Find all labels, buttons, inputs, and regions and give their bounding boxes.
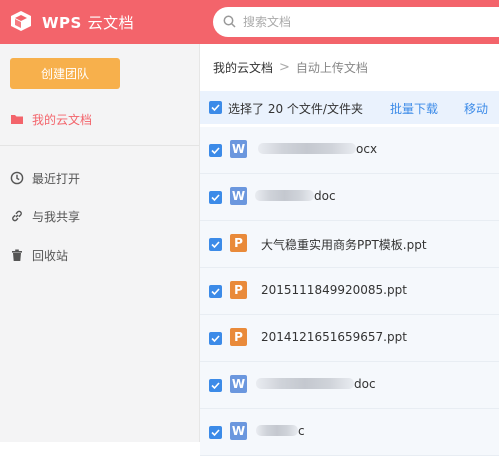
- check-icon: [211, 104, 220, 112]
- file-name: ocx: [356, 142, 378, 156]
- search-box[interactable]: [213, 7, 499, 37]
- word-doc-icon: W: [230, 140, 247, 158]
- search-icon: [223, 15, 236, 28]
- file-row[interactable]: W ocx: [200, 127, 499, 174]
- app-title: WPS 云文档: [42, 12, 134, 33]
- brand-name: WPS: [42, 14, 82, 32]
- file-row[interactable]: W doc: [200, 362, 499, 409]
- create-team-button[interactable]: 创建团队: [10, 58, 120, 89]
- sidebar: 创建团队 我的云文档 最近打开 与我共享 回收站: [0, 44, 200, 442]
- top-header: WPS 云文档: [0, 0, 499, 44]
- trash-icon: [12, 249, 22, 261]
- redacted-filename: [256, 425, 298, 436]
- word-doc-icon: W: [230, 375, 247, 393]
- batch-download-button[interactable]: 批量下载: [390, 100, 438, 117]
- breadcrumb-root-link[interactable]: 我的云文档: [213, 59, 273, 76]
- sidebar-item-shared[interactable]: 与我共享: [0, 204, 199, 228]
- row-checkbox[interactable]: [209, 191, 222, 204]
- wps-logo-icon: [11, 11, 31, 31]
- ppt-icon: P: [230, 234, 247, 252]
- check-icon: [211, 335, 220, 343]
- ppt-icon: P: [230, 328, 247, 346]
- file-row[interactable]: P 大气稳重实用商务PPT模板.ppt: [200, 221, 499, 268]
- row-checkbox[interactable]: [209, 285, 222, 298]
- word-doc-icon: W: [230, 187, 247, 205]
- selection-count-text: 选择了 20 个文件/文件夹: [228, 102, 363, 116]
- sidebar-item-label: 最近打开: [32, 172, 81, 186]
- check-icon: [211, 147, 220, 155]
- sidebar-divider: [0, 145, 199, 146]
- selection-bar: 选择了 20 个文件/文件夹 批量下载 移动: [200, 91, 499, 124]
- check-icon: [211, 241, 220, 249]
- row-checkbox[interactable]: [209, 379, 222, 392]
- file-name: 大气稳重实用商务PPT模板.ppt: [261, 238, 427, 252]
- file-name: 2014121651659657.ppt: [261, 330, 407, 344]
- check-icon: [211, 288, 220, 296]
- select-all-checkbox[interactable]: [209, 101, 222, 114]
- sidebar-item-label: 与我共享: [32, 210, 81, 224]
- sidebar-item-recycle-bin[interactable]: 回收站: [0, 243, 199, 267]
- breadcrumb-current: 自动上传文档: [295, 60, 368, 75]
- file-row[interactable]: P 2015111849920085.ppt: [200, 268, 499, 315]
- check-icon: [211, 194, 220, 202]
- check-icon: [211, 429, 220, 437]
- search-input[interactable]: [243, 12, 483, 32]
- file-name: c: [298, 424, 305, 438]
- breadcrumb-separator: >: [279, 59, 290, 75]
- sidebar-item-label: 回收站: [32, 249, 69, 263]
- folder-icon: [11, 115, 23, 124]
- check-icon: [211, 382, 220, 390]
- word-doc-icon: W: [230, 422, 247, 440]
- file-row[interactable]: W c: [200, 409, 499, 456]
- ppt-icon: P: [230, 281, 247, 299]
- main-content: 我的云文档 > 自动上传文档 选择了 20 个文件/文件夹 批量下载 移动 W …: [200, 44, 499, 456]
- move-button[interactable]: 移动: [464, 100, 488, 117]
- file-name: doc: [354, 377, 376, 391]
- clock-icon: [10, 171, 24, 185]
- sidebar-item-label: 我的云文档: [32, 113, 93, 127]
- sidebar-item-recent[interactable]: 最近打开: [0, 166, 199, 190]
- breadcrumb: 我的云文档 > 自动上传文档: [200, 44, 499, 90]
- redacted-filename: [256, 378, 354, 389]
- file-row[interactable]: W doc: [200, 174, 499, 221]
- row-checkbox[interactable]: [209, 426, 222, 439]
- row-checkbox[interactable]: [209, 332, 222, 345]
- redacted-filename: [258, 143, 356, 154]
- file-name: doc: [314, 189, 336, 203]
- wps-cloud-docs-window: WPS 云文档 创建团队 我的云文档 最近打开: [0, 0, 499, 456]
- link-icon: [12, 210, 22, 222]
- row-checkbox[interactable]: [209, 144, 222, 157]
- sidebar-item-my-cloud-docs[interactable]: 我的云文档: [0, 107, 199, 131]
- file-row[interactable]: P 2014121651659657.ppt: [200, 315, 499, 362]
- redacted-filename: [255, 190, 314, 201]
- file-name: 2015111849920085.ppt: [261, 283, 407, 297]
- row-checkbox[interactable]: [209, 238, 222, 251]
- brand-subtitle: 云文档: [87, 14, 135, 32]
